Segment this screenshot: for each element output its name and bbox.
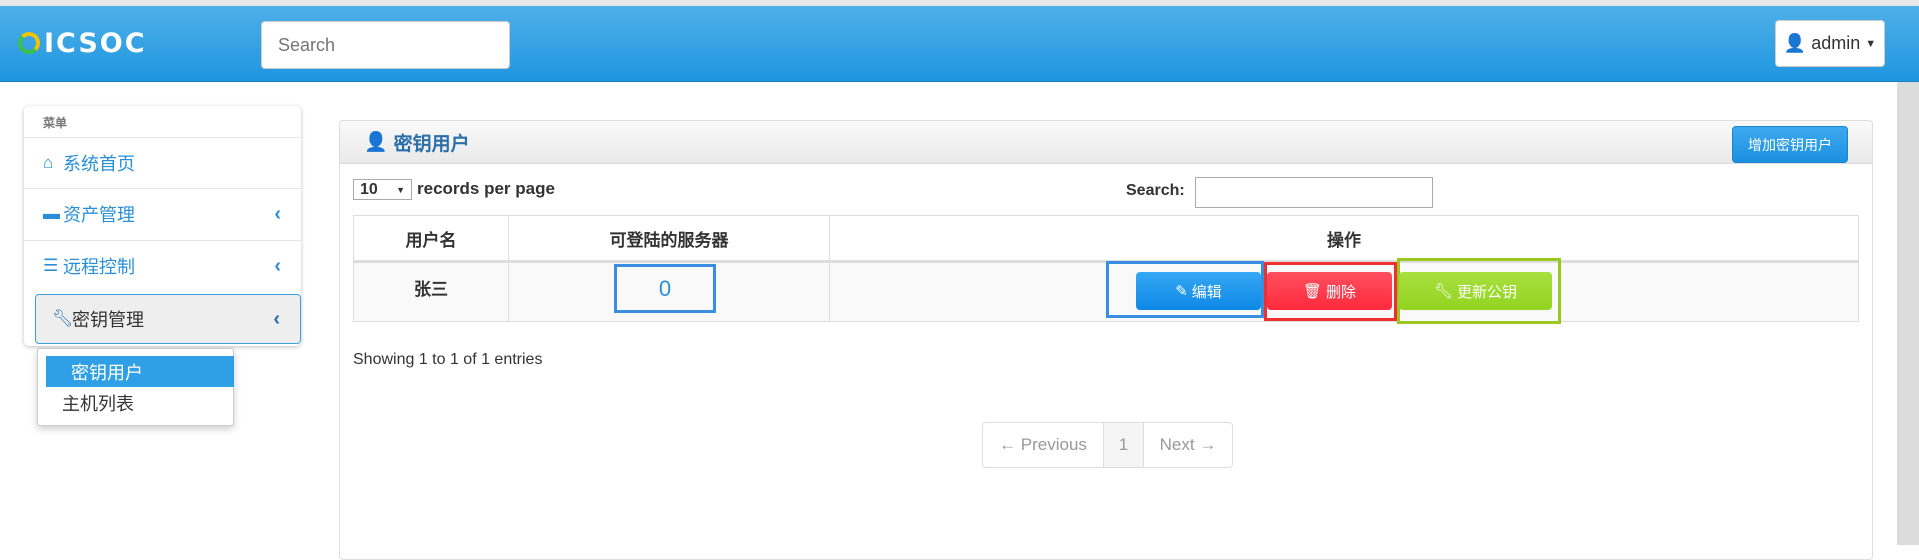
scrollbar[interactable] — [1897, 82, 1919, 545]
pagination: ← Previous 1 Next → — [982, 422, 1233, 468]
username-cell: 张三 — [353, 261, 509, 322]
sidebar-menu: 菜单 ⌂ 系统首页 ▬ 资产管理 ‹ ☰ 远程控制 ‹ 🔧︎ 密钥管理 ‹ — [24, 106, 301, 346]
caret-down-icon: ▼ — [1865, 37, 1877, 50]
wrench-icon: 🔧︎ — [52, 309, 74, 328]
page-length-value: 10 — [360, 180, 378, 198]
user-icon: 👤 — [1783, 33, 1807, 53]
caret-down-icon: ▼ — [396, 184, 405, 195]
chevron-left-icon: ‹ — [273, 307, 280, 330]
sidebar-item-assets[interactable]: ▬ 资产管理 ‹ — [24, 188, 301, 239]
sidebar-item-label: 密钥管理 — [72, 310, 144, 330]
table-search-label: Search: — [1126, 182, 1185, 199]
sidebar-item-label: 资产管理 — [63, 205, 135, 225]
column-header-username[interactable]: 用户名 — [353, 215, 509, 263]
records-per-page-label: records per page — [417, 179, 555, 198]
submenu-item-host-list[interactable]: 主机列表 — [46, 387, 234, 418]
chevron-left-icon: ‹ — [274, 202, 281, 225]
content-panel — [339, 120, 1873, 560]
sidebar-item-label: 远程控制 — [63, 257, 135, 277]
table-header-row: 用户名 可登陆的服务器 操作 — [353, 215, 1859, 263]
column-header-servers[interactable]: 可登陆的服务器 — [508, 215, 830, 263]
update-key-button[interactable]: 🔧︎ 更新公钥 — [1399, 272, 1552, 310]
sidebar-item-remote[interactable]: ☰ 远程控制 ‹ — [24, 240, 301, 291]
logo-ring-icon — [18, 32, 40, 54]
submenu-item-key-users[interactable]: 密钥用户 — [46, 356, 234, 387]
wrench-icon: 🔧︎ — [1433, 283, 1454, 300]
sidebar-item-label: 系统首页 — [63, 154, 135, 174]
page-1-button[interactable]: 1 — [1104, 423, 1144, 467]
trash-icon: 🗑︎ — [1302, 283, 1323, 300]
user-icon: 👤 — [364, 132, 388, 153]
user-menu-button[interactable]: 👤 admin ▼ — [1775, 20, 1885, 67]
menu-heading: 菜单 — [43, 116, 68, 130]
delete-label: 删除 — [1326, 283, 1357, 301]
search-input[interactable] — [261, 21, 510, 69]
table-search-input[interactable] — [1195, 177, 1433, 208]
logo-text: ICSOC — [44, 27, 147, 59]
logo[interactable]: ICSOC — [18, 27, 147, 59]
add-key-user-button[interactable]: 增加密钥用户 — [1732, 126, 1848, 163]
previous-page-button[interactable]: ← Previous — [983, 423, 1104, 467]
hdd-icon: ▬ — [43, 204, 60, 223]
table-info: Showing 1 to 1 of 1 entries — [353, 351, 543, 368]
servers-count-link[interactable]: 0 — [614, 264, 716, 313]
panel-header: 👤 密钥用户 — [339, 120, 1873, 164]
column-header-actions: 操作 — [829, 215, 1859, 263]
update-key-label: 更新公钥 — [1457, 283, 1518, 301]
next-page-button[interactable]: Next → — [1144, 423, 1232, 467]
edit-label: 编辑 — [1191, 283, 1222, 301]
sidebar-item-keys[interactable]: 🔧︎ 密钥管理 ‹ — [35, 294, 301, 344]
chevron-left-icon: ‹ — [274, 254, 281, 277]
panel-title: 密钥用户 — [393, 133, 470, 155]
edit-button[interactable]: ✎ 编辑 — [1136, 272, 1261, 310]
sidebar-item-home[interactable]: ⌂ 系统首页 — [24, 137, 301, 188]
page-length-select[interactable]: 10 ▼ — [353, 179, 412, 200]
user-name: admin — [1811, 33, 1861, 53]
home-icon: ⌂ — [43, 153, 54, 172]
submenu: 密钥用户 主机列表 — [37, 348, 234, 426]
delete-button[interactable]: 🗑︎ 删除 — [1267, 272, 1392, 310]
edit-icon: ✎ — [1175, 283, 1188, 300]
server-icon: ☰ — [43, 256, 59, 275]
